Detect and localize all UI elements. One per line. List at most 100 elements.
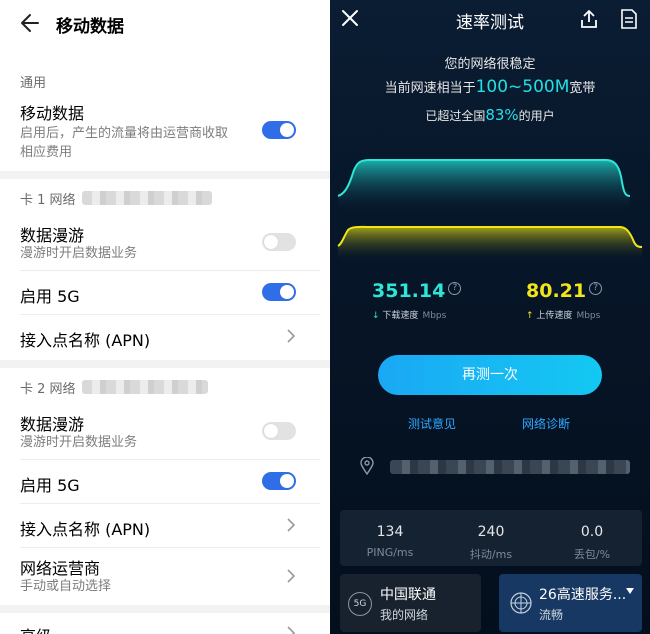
section-separator <box>0 605 330 613</box>
jitter-value: 240 <box>477 524 505 540</box>
redacted-sim2-number <box>82 380 208 394</box>
general-section-header: 通用 <box>0 62 330 98</box>
share-icon[interactable] <box>578 8 600 30</box>
5g-badge-icon: 5G <box>348 592 372 616</box>
packet-loss-label: 丢包/% <box>573 548 611 561</box>
help-icon[interactable]: ? <box>589 282 603 295</box>
test-feedback-link[interactable]: 测试意见 <box>408 415 456 432</box>
equivalent-bandwidth: 当前网速相当于100~500M宽带 <box>330 77 650 97</box>
globe-icon <box>510 592 532 614</box>
packet-loss-value: 0.0 <box>580 524 604 540</box>
ranking-text: 已超过全国83%的用户 <box>330 106 650 124</box>
mobile-data-subtitle-1: 启用后，产生的流量将由运营商收取 <box>20 126 229 141</box>
sim1-roaming-title: 数据漫游 <box>20 226 85 245</box>
location-row <box>360 455 630 479</box>
mobile-data-row[interactable]: 移动数据 启用后，产生的流量将由运营商收取 相应费用 <box>0 98 330 170</box>
server-name: 26高速服务... <box>539 587 627 603</box>
back-arrow-icon[interactable] <box>18 10 44 36</box>
network-status: 您的网络很稳定 <box>444 57 536 72</box>
sim2-roaming-toggle[interactable] <box>262 422 296 440</box>
upload-wave-fill <box>338 226 642 262</box>
chevron-right-icon <box>287 569 296 583</box>
server-card[interactable]: 26高速服务... 流畅 <box>499 574 642 632</box>
download-metric: 351.14? ↓ 下载速度 Mbps <box>372 280 462 321</box>
server-status: 流畅 <box>539 608 564 622</box>
ranking-prefix: 已超过全国 <box>425 109 486 123</box>
sim1-roaming-row[interactable]: 数据漫游 漫游时开启数据业务 <box>0 222 330 270</box>
equivalent-prefix: 当前网速相当于 <box>384 81 476 96</box>
toggle-knob <box>280 123 294 137</box>
location-pin-icon <box>360 457 374 475</box>
sim2-5g-toggle[interactable] <box>262 472 296 490</box>
jitter-label: 抖动/ms <box>469 548 513 561</box>
ping-value: 134 <box>376 524 404 540</box>
upload-speed-value: 80.21 <box>526 280 587 302</box>
mobile-data-settings-panel: 移动数据 通用 移动数据 启用后，产生的流量将由运营商收取 相应费用 卡 1 网… <box>0 0 330 634</box>
mobile-data-toggle[interactable] <box>262 121 296 139</box>
ranking-value: 83% <box>485 106 519 124</box>
section-separator <box>0 360 330 368</box>
speed-waveform <box>337 159 643 262</box>
upload-metric: 80.21? ↑ 上传速度 Mbps <box>526 280 603 321</box>
sim2-operator-subtitle: 手动或自动选择 <box>20 579 112 594</box>
sim1-apn-title: 接入点名称 (APN) <box>20 331 151 350</box>
toggle-knob <box>280 285 294 299</box>
equivalent-value: 100~500M <box>475 77 570 97</box>
section-header-sim1: 卡 1 网络 <box>20 193 76 208</box>
sim2-5g-title: 启用 5G <box>20 476 80 495</box>
advanced-title: 高级 <box>20 623 52 634</box>
stats-panel: 134 PING/ms 240 抖动/ms 0.0 丢包/% <box>340 510 642 566</box>
sim1-5g-row[interactable]: 启用 5G <box>0 270 330 314</box>
sim1-5g-toggle[interactable] <box>262 283 296 301</box>
divider <box>20 547 320 548</box>
speed-test-panel: 速率测试 您的网络很稳定 当前网速相当于100~500M宽带 已超过全国83%的… <box>330 0 650 634</box>
sim2-section-header: 卡 2 网络 <box>0 368 330 404</box>
retest-button[interactable]: 再测一次 <box>378 355 602 395</box>
ping-stat: 134 PING/ms <box>340 524 440 559</box>
ping-label: PING/ms <box>366 546 414 559</box>
jitter-stat: 240 抖动/ms <box>441 524 541 562</box>
sim2-roaming-title: 数据漫游 <box>20 415 85 434</box>
dropdown-arrow-icon[interactable] <box>626 588 634 594</box>
sim1-section-header: 卡 1 网络 <box>0 179 330 215</box>
section-header-general: 通用 <box>20 76 47 91</box>
sim2-apn-row[interactable]: 接入点名称 (APN) <box>0 503 330 547</box>
toggle-knob <box>280 474 294 488</box>
sim2-roaming-subtitle: 漫游时开启数据业务 <box>20 435 138 450</box>
top-bar: 移动数据 <box>0 0 330 50</box>
upload-unit: Mbps <box>576 311 601 321</box>
page-title: 移动数据 <box>56 17 124 37</box>
report-icon[interactable] <box>620 8 638 30</box>
sim1-5g-title: 启用 5G <box>20 287 80 306</box>
redacted-sim1-number <box>82 191 212 205</box>
carrier-card[interactable]: 5G 中国联通 我的网络 <box>340 574 481 632</box>
sim1-apn-row[interactable]: 接入点名称 (APN) <box>0 314 330 358</box>
sim2-operator-row[interactable]: 网络运营商 手动或自动选择 <box>0 555 330 603</box>
download-arrow-icon: ↓ <box>372 311 380 321</box>
section-separator <box>0 171 330 179</box>
mobile-data-title: 移动数据 <box>20 104 85 123</box>
network-diagnosis-link[interactable]: 网络诊断 <box>522 415 570 432</box>
carrier-name: 中国联通 <box>380 587 436 603</box>
mobile-data-subtitle-2: 相应费用 <box>20 145 73 160</box>
section-header-sim2: 卡 2 网络 <box>20 382 76 397</box>
chevron-right-icon <box>287 518 296 532</box>
sim2-5g-row[interactable]: 启用 5G <box>0 459 330 503</box>
help-icon[interactable]: ? <box>448 282 462 295</box>
download-label: 下载速度 <box>382 311 419 321</box>
packet-loss-stat: 0.0 丢包/% <box>542 524 642 562</box>
sim2-roaming-row[interactable]: 数据漫游 漫游时开启数据业务 <box>0 411 330 459</box>
upload-arrow-icon: ↑ <box>526 311 534 321</box>
upload-label: 上传速度 <box>536 311 573 321</box>
toggle-knob <box>264 424 278 438</box>
download-speed-value: 351.14 <box>372 280 446 302</box>
chevron-right-icon <box>287 329 296 343</box>
sim1-roaming-subtitle: 漫游时开启数据业务 <box>20 246 138 261</box>
equivalent-suffix: 宽带 <box>569 81 596 96</box>
sim1-roaming-toggle[interactable] <box>262 233 296 251</box>
chevron-right-icon <box>287 626 296 634</box>
toggle-knob <box>264 235 278 249</box>
advanced-row[interactable]: 高级 <box>0 613 330 634</box>
sim2-operator-title: 网络运营商 <box>20 559 101 578</box>
download-wave-fill <box>338 160 630 212</box>
